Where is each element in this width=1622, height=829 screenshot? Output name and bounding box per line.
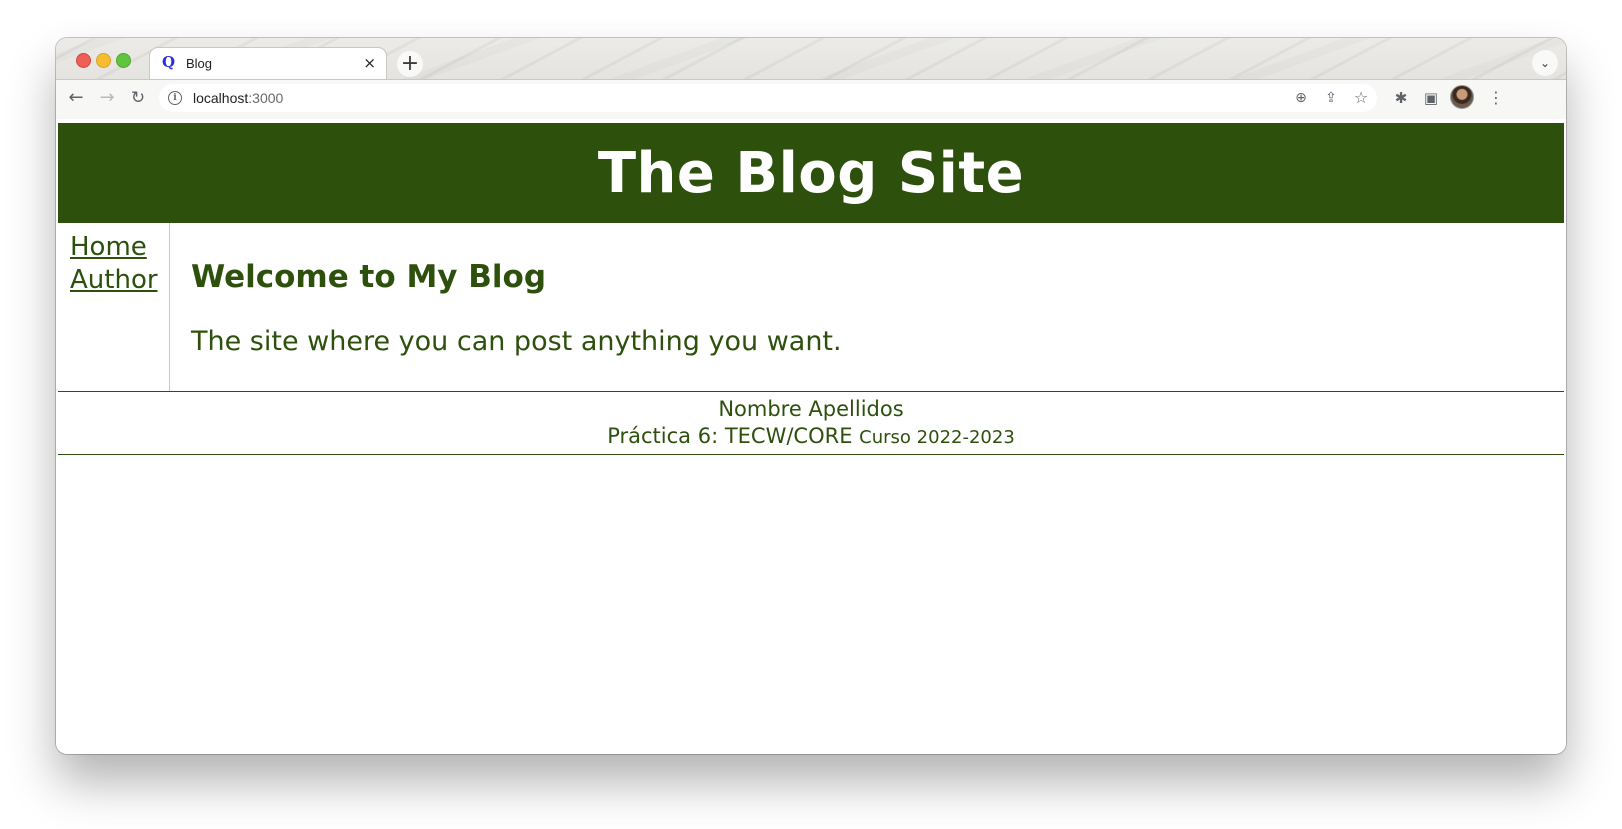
footer-course: Curso 2022-2023 bbox=[859, 427, 1015, 448]
site-header: The Blog Site bbox=[58, 123, 1564, 223]
forward-icon[interactable]: → bbox=[95, 86, 119, 110]
minimize-window-button[interactable] bbox=[96, 53, 111, 68]
main-content: Welcome to My Blog The site where you ca… bbox=[191, 223, 1566, 391]
zoom-window-button[interactable] bbox=[116, 53, 131, 68]
new-tab-button[interactable]: + bbox=[397, 51, 423, 77]
favicon-icon: Q bbox=[162, 53, 176, 71]
side-panel-icon[interactable]: ▣ bbox=[1421, 88, 1441, 108]
zoom-icon[interactable]: ⊕ bbox=[1291, 88, 1311, 108]
footer-assignment-line: Práctica 6: TECW/CORE Curso 2022-2023 bbox=[58, 422, 1564, 452]
close-window-button[interactable] bbox=[76, 53, 91, 68]
footer-author-name: Nombre Apellidos bbox=[718, 397, 904, 421]
url-host: localhost bbox=[193, 90, 249, 106]
site-info-icon[interactable]: i bbox=[168, 91, 182, 105]
footer-assignment: Práctica 6: TECW/CORE bbox=[607, 424, 853, 448]
site-footer: Nombre Apellidos Práctica 6: TECW/CORE C… bbox=[58, 391, 1564, 455]
reload-icon[interactable]: ↻ bbox=[126, 86, 150, 110]
tab-search-button[interactable]: ⌄ bbox=[1532, 50, 1558, 76]
close-tab-icon[interactable]: × bbox=[363, 53, 376, 73]
extensions-icon[interactable]: ✱ bbox=[1391, 88, 1411, 108]
address-bar[interactable]: i localhost:3000 ⊕ ⇪ ☆ bbox=[159, 84, 1377, 112]
url-port: :3000 bbox=[248, 90, 284, 106]
site-title: The Blog Site bbox=[597, 141, 1025, 206]
profile-avatar[interactable] bbox=[1450, 85, 1474, 109]
share-icon[interactable]: ⇪ bbox=[1321, 88, 1341, 108]
browser-chrome: Q Blog × + ⌄ ← → ↻ i localhost:3000 ⊕ ⇪ … bbox=[56, 38, 1566, 119]
tagline-text: The site where you can post anything you… bbox=[191, 326, 842, 357]
sidebar-nav: Home Author bbox=[58, 223, 170, 391]
browser-window: Q Blog × + ⌄ ← → ↻ i localhost:3000 ⊕ ⇪ … bbox=[56, 38, 1566, 754]
browser-toolbar: ← → ↻ i localhost:3000 ⊕ ⇪ ☆ ✱ ▣ ⋮ bbox=[56, 79, 1566, 119]
welcome-heading: Welcome to My Blog bbox=[191, 259, 547, 295]
browser-tab[interactable]: Q Blog × bbox=[149, 47, 387, 79]
bookmark-star-icon[interactable]: ☆ bbox=[1351, 88, 1371, 108]
back-icon[interactable]: ← bbox=[64, 86, 88, 110]
tab-title: Blog bbox=[186, 56, 213, 71]
nav-link-home[interactable]: Home bbox=[70, 231, 169, 264]
nav-link-author[interactable]: Author bbox=[70, 264, 169, 297]
page-content: The Blog Site Home Author Welcome to My … bbox=[56, 119, 1566, 754]
browser-menu-icon[interactable]: ⋮ bbox=[1486, 88, 1506, 108]
url-text[interactable]: localhost:3000 bbox=[193, 90, 283, 106]
